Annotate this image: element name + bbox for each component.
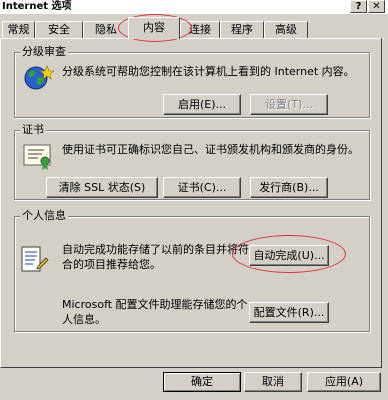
settings-button[interactable]: 设置(T)... [250, 94, 328, 115]
certificates-legend: 证书 [20, 123, 46, 136]
certificates-button[interactable]: 证书(C)... [163, 177, 241, 198]
autocomplete-icon [18, 244, 54, 276]
tab-content[interactable]: 内容 [128, 17, 180, 39]
profile-button[interactable]: 配置文件(R)... [249, 302, 329, 323]
close-button[interactable]: ✕ [368, 0, 385, 13]
rating-legend: 分级审查 [20, 45, 68, 58]
certificate-icon [22, 140, 58, 172]
annotation-circle-autocomplete [232, 235, 346, 273]
rating-description: 分级系统可帮助您控制在该计算机上看到的 Internet 内容。 [62, 65, 355, 78]
certificates-description: 使用证书可正确标识您自己、证书颁发机构和颁发商的身份。 [62, 143, 359, 156]
globe-icon [22, 62, 58, 94]
enable-button[interactable]: 启用(E)... [163, 94, 241, 115]
window-title: Internet 选项 [2, 1, 72, 12]
publishers-button[interactable]: 发行商(B)... [250, 177, 328, 198]
profile-description: Microsoft 配置文件助理能存储您的个人信息。 [62, 298, 248, 326]
cancel-button[interactable]: 取消 [244, 372, 302, 392]
tab-programs[interactable]: 程序 [220, 21, 264, 38]
tab-advanced[interactable]: 高级 [264, 21, 308, 38]
clear-ssl-button[interactable]: 清除 SSL 状态(S) [46, 177, 158, 198]
autocomplete-description: 自动完成功能存储了以前的条目并将符合的项目推荐给您。 [62, 243, 249, 271]
ok-button[interactable]: 确定 [163, 372, 241, 392]
apply-button[interactable]: 应用(A) [307, 372, 381, 392]
help-button[interactable]: ? [350, 0, 367, 13]
tab-general[interactable]: 常规 [2, 21, 35, 38]
personal-legend: 个人信息 [20, 209, 68, 222]
tab-security[interactable]: 安全 [35, 21, 83, 38]
